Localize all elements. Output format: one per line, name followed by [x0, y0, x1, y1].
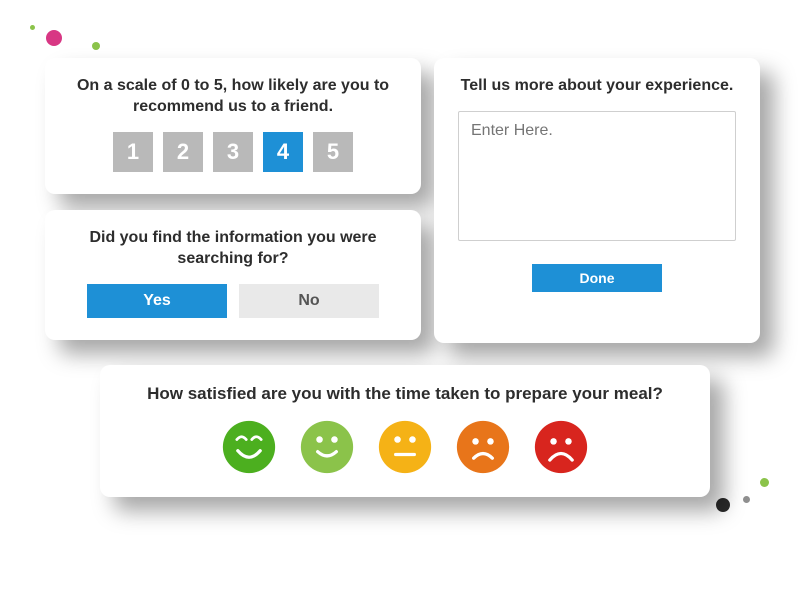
dot-green-sm — [30, 25, 35, 30]
dot-black-br — [716, 498, 730, 512]
faces-row — [124, 419, 686, 475]
rating-option-5[interactable]: 5 — [313, 132, 353, 172]
face-very-happy-icon[interactable] — [221, 419, 277, 475]
rating-options-row: 12345 — [69, 132, 397, 172]
feedback-question: Tell us more about your experience. — [458, 76, 736, 97]
face-angry-icon[interactable] — [533, 419, 589, 475]
feedback-input[interactable] — [458, 111, 736, 241]
no-button[interactable]: No — [239, 284, 379, 318]
yes-button[interactable]: Yes — [87, 284, 227, 318]
rating-option-4[interactable]: 4 — [263, 132, 303, 172]
satisfaction-card: How satisfied are you with the time take… — [100, 365, 710, 497]
satisfaction-question: How satisfied are you with the time take… — [124, 383, 686, 405]
dot-green-br — [760, 478, 769, 487]
rating-question: On a scale of 0 to 5, how likely are you… — [69, 76, 397, 118]
dot-pink — [46, 30, 62, 46]
face-unhappy-icon[interactable] — [455, 419, 511, 475]
done-button[interactable]: Done — [532, 264, 662, 292]
rating-option-2[interactable]: 2 — [163, 132, 203, 172]
dot-green-tl — [92, 42, 100, 50]
face-happy-icon[interactable] — [299, 419, 355, 475]
rating-option-1[interactable]: 1 — [113, 132, 153, 172]
yesno-card: Did you find the information you were se… — [45, 210, 421, 340]
rating-card: On a scale of 0 to 5, how likely are you… — [45, 58, 421, 194]
feedback-card: Tell us more about your experience. Done — [434, 58, 760, 343]
rating-option-3[interactable]: 3 — [213, 132, 253, 172]
yesno-question: Did you find the information you were se… — [69, 228, 397, 270]
dot-gray-br — [743, 496, 750, 503]
yesno-row: Yes No — [69, 284, 397, 318]
face-neutral-icon[interactable] — [377, 419, 433, 475]
